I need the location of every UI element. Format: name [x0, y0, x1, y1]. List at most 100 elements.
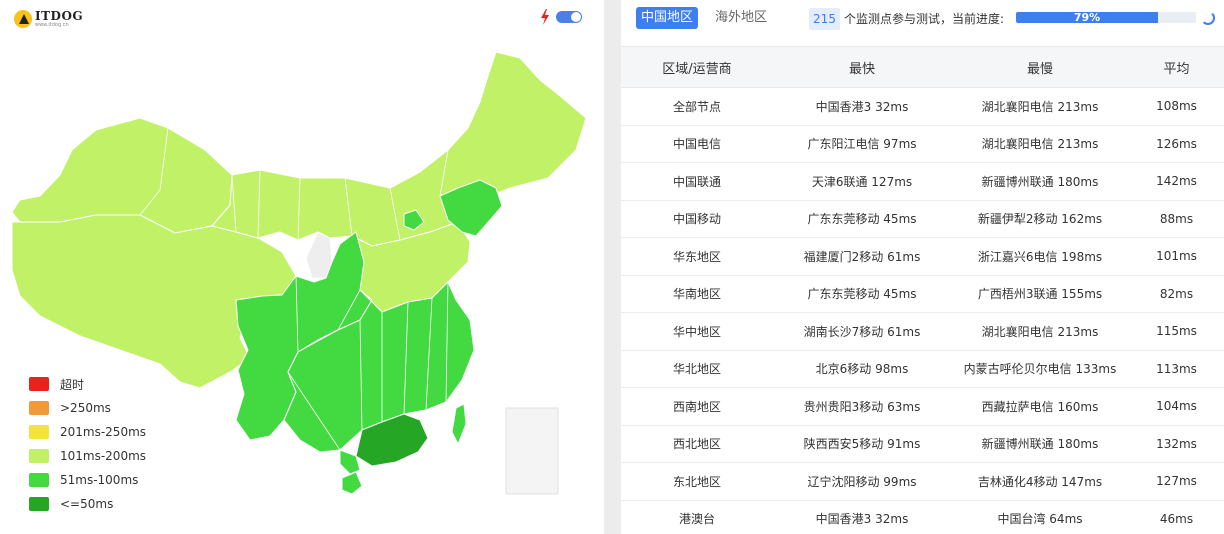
table-row[interactable]: 华南地区 广东东莞移动 45ms 广西梧州3联通 155ms 82ms [621, 275, 1224, 313]
legend-label: 201ms-250ms [60, 425, 147, 439]
legend-item-101-200: 101ms-200ms [29, 444, 146, 468]
legend-item-201-250: 201ms-250ms [29, 420, 146, 444]
cell-region: 中国联通 [621, 162, 773, 201]
legend-label: 超时 [60, 377, 85, 392]
table-row[interactable]: 华中地区 湖南长沙7移动 61ms 湖北襄阳电信 213ms 115ms [621, 312, 1224, 351]
cell-slowest: 浙江嘉兴6电信 198ms [951, 237, 1129, 276]
cell-region: 中国移动 [621, 200, 773, 238]
legend-swatch [29, 497, 49, 511]
cell-region: 华北地区 [621, 350, 773, 388]
legend-swatch [29, 473, 49, 487]
cell-average: 113ms [1129, 350, 1224, 388]
legend-item-timeout: 超时 [29, 372, 146, 396]
legend-label: >250ms [60, 401, 111, 415]
cell-region: 华中地区 [621, 312, 773, 351]
cell-average: 104ms [1129, 387, 1224, 426]
cell-average: 132ms [1129, 425, 1224, 463]
cell-average: 142ms [1129, 162, 1224, 201]
cell-slowest: 广西梧州3联通 155ms [951, 275, 1129, 313]
map-region-hainan[interactable] [341, 471, 363, 495]
results-topbar: 中国地区 海外地区 215 个监测点参与测试，当前进度: 79% [621, 0, 1224, 46]
cell-fastest: 天津6联通 127ms [773, 162, 951, 201]
table-row[interactable]: 中国移动 广东东莞移动 45ms 新疆伊犁2移动 162ms 88ms [621, 200, 1224, 238]
column-header-fastest[interactable]: 最快 [773, 46, 951, 88]
cell-region: 东北地区 [621, 462, 773, 501]
cell-slowest: 中国台湾 64ms [951, 500, 1129, 534]
cell-average: 127ms [1129, 462, 1224, 501]
table-row[interactable]: 华北地区 北京6移动 98ms 内蒙古呼伦贝尔电信 133ms 113ms [621, 350, 1224, 388]
cell-average: 115ms [1129, 312, 1224, 351]
cell-region: 中国电信 [621, 125, 773, 163]
cell-slowest: 新疆博州联通 180ms [951, 162, 1129, 201]
legend-swatch [29, 425, 49, 439]
progress-percent: 79% [1073, 12, 1101, 23]
cell-fastest: 广东东莞移动 45ms [773, 275, 951, 313]
cell-fastest: 中国香港3 32ms [773, 500, 951, 534]
legend-swatch [29, 401, 49, 415]
cell-slowest: 湖北襄阳电信 213ms [951, 87, 1129, 126]
legend-label: 101ms-200ms [60, 449, 147, 463]
table-row[interactable]: 全部节点 中国香港3 32ms 湖北襄阳电信 213ms 108ms [621, 87, 1224, 126]
cell-region: 港澳台 [621, 500, 773, 534]
table-row[interactable]: 华东地区 福建厦门2移动 61ms 浙江嘉兴6电信 198ms 101ms [621, 237, 1224, 276]
cell-average: 88ms [1129, 200, 1224, 238]
map-panel: ITDOG www.itdog.cn 超时 >250ms 201ms-250ms… [0, 0, 604, 534]
tab-overseas-region[interactable]: 海外地区 [710, 7, 772, 29]
ping-test-view: ITDOG www.itdog.cn 超时 >250ms 201ms-250ms… [0, 0, 1224, 534]
cell-slowest: 西藏拉萨电信 160ms [951, 387, 1129, 426]
table-row[interactable]: 中国联通 天津6联通 127ms 新疆博州联通 180ms 142ms [621, 162, 1224, 201]
results-panel: 中国地区 海外地区 215 个监测点参与测试，当前进度: 79% 区域/运营商 … [621, 0, 1224, 534]
cell-slowest: 新疆伊犁2移动 162ms [951, 200, 1129, 238]
cell-slowest: 湖北襄阳电信 213ms [951, 312, 1129, 351]
cell-average: 82ms [1129, 275, 1224, 313]
node-count-badge: 215 [809, 8, 840, 30]
column-header-region[interactable]: 区域/运营商 [621, 46, 773, 88]
results-table: 区域/运营商 最快 最慢 平均 全部节点 中国香港3 32ms 湖北襄阳电信 213… [621, 46, 1224, 534]
map-region-inner-mongolia[interactable] [211, 51, 587, 247]
panel-divider [604, 0, 621, 534]
cell-fastest: 福建厦门2移动 61ms [773, 237, 951, 276]
tab-china-region[interactable]: 中国地区 [636, 7, 699, 29]
legend-label: 51ms-100ms [60, 473, 139, 487]
cell-region: 西南地区 [621, 387, 773, 426]
cell-region: 西北地区 [621, 425, 773, 463]
legend-swatch [29, 377, 49, 391]
cell-fastest: 贵州贵阳3移动 63ms [773, 387, 951, 426]
table-row[interactable]: 西北地区 陕西西安5移动 91ms 新疆博州联通 180ms 132ms [621, 425, 1224, 463]
cell-fastest: 湖南长沙7移动 61ms [773, 312, 951, 351]
table-row[interactable]: 西南地区 贵州贵阳3移动 63ms 西藏拉萨电信 160ms 104ms [621, 387, 1224, 426]
cell-fastest: 辽宁沈阳移动 99ms [773, 462, 951, 501]
cell-slowest: 吉林通化4移动 147ms [951, 462, 1129, 501]
progress-bar: 79% [1016, 12, 1196, 23]
legend-item-51-100: 51ms-100ms [29, 468, 146, 492]
table-row[interactable]: 港澳台 中国香港3 32ms 中国台湾 64ms 46ms [621, 500, 1224, 534]
column-header-slowest[interactable]: 最慢 [951, 46, 1129, 88]
legend-item-le50: <=50ms [29, 492, 146, 516]
cell-fastest: 中国香港3 32ms [773, 87, 951, 126]
cell-region: 华东地区 [621, 237, 773, 276]
south-china-sea-inset [505, 407, 559, 495]
column-header-average[interactable]: 平均 [1129, 46, 1224, 88]
table-header-row: 区域/运营商 最快 最慢 平均 [621, 46, 1224, 88]
legend-swatch [29, 449, 49, 463]
cell-average: 108ms [1129, 87, 1224, 126]
cell-fastest: 广东阳江电信 97ms [773, 125, 951, 163]
cell-average: 46ms [1129, 500, 1224, 534]
table-row[interactable]: 中国电信 广东阳江电信 97ms 湖北襄阳电信 213ms 126ms [621, 125, 1224, 163]
cell-fastest: 北京6移动 98ms [773, 350, 951, 388]
cell-slowest: 新疆博州联通 180ms [951, 425, 1129, 463]
legend-item-over250: >250ms [29, 396, 146, 420]
table-row[interactable]: 东北地区 辽宁沈阳移动 99ms 吉林通化4移动 147ms 127ms [621, 462, 1224, 501]
loading-spinner-icon [1201, 11, 1215, 25]
map-region-taiwan[interactable] [451, 403, 467, 445]
cell-region: 全部节点 [621, 87, 773, 126]
cell-average: 126ms [1129, 125, 1224, 163]
cell-average: 101ms [1129, 237, 1224, 276]
cell-slowest: 内蒙古呼伦贝尔电信 133ms [951, 350, 1129, 388]
cell-fastest: 陕西西安5移动 91ms [773, 425, 951, 463]
table-body: 全部节点 中国香港3 32ms 湖北襄阳电信 213ms 108ms 中国电信 广东阳江电… [621, 87, 1224, 534]
progress-description: 个监测点参与测试，当前进度: [844, 12, 1005, 26]
cell-fastest: 广东东莞移动 45ms [773, 200, 951, 238]
latency-legend: 超时 >250ms 201ms-250ms 101ms-200ms 51ms-1… [29, 372, 146, 516]
cell-slowest: 湖北襄阳电信 213ms [951, 125, 1129, 163]
